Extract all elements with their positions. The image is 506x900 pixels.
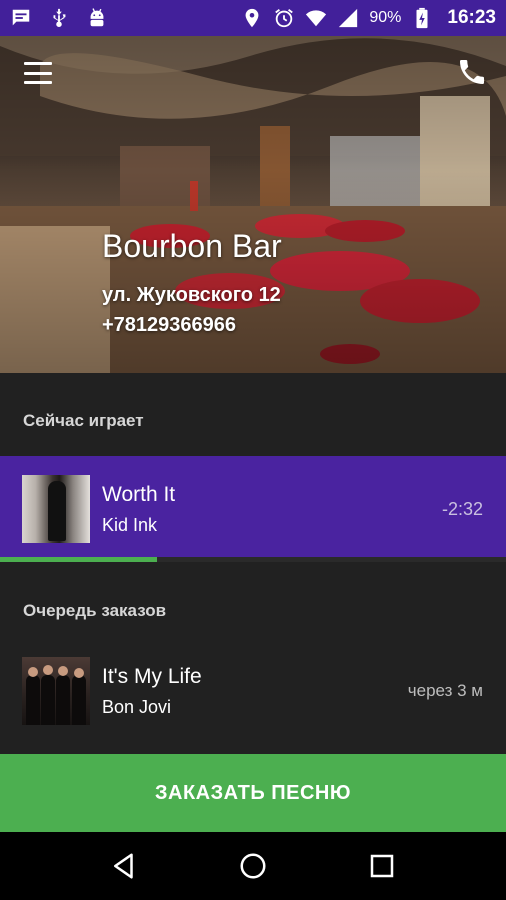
album-cover (22, 657, 90, 725)
venue-address: ул. Жуковского 12 (102, 284, 281, 306)
clock: 16:23 (447, 7, 496, 28)
battery-charging-icon (411, 7, 433, 29)
track-info: It's My Life Bon Jovi (102, 665, 202, 718)
recents-icon[interactable] (362, 846, 402, 886)
location-icon (241, 7, 263, 29)
wifi-icon (305, 7, 327, 29)
playback-progress-bar (0, 557, 506, 562)
home-icon[interactable] (233, 846, 273, 886)
track-title: Worth It (102, 482, 176, 506)
queue-eta: через 3 м (407, 681, 483, 700)
battery-percent: 90% (369, 9, 402, 26)
hamburger-menu-icon[interactable] (24, 62, 52, 84)
venue-header: Bourbon Bar ул. Жуковского 12 +781293669… (0, 36, 506, 373)
status-bar: 90% 16:23 (0, 0, 506, 36)
phone-icon[interactable] (456, 56, 488, 88)
track-title: It's My Life (102, 664, 202, 688)
track-info: Worth It Kid Ink (102, 483, 175, 536)
header-shade (0, 36, 506, 373)
order-song-button[interactable]: ЗАКАЗАТЬ ПЕСНЮ (0, 754, 506, 832)
usb-icon (48, 7, 70, 29)
android-icon (86, 7, 108, 29)
main-content: Сейчас играет Worth It Kid Ink -2:32 Оче… (0, 373, 506, 754)
queue-label: Очередь заказов (23, 601, 167, 620)
track-artist: Bon Jovi (102, 696, 172, 717)
status-right-icons: 90% 16:23 (241, 7, 496, 29)
album-cover (22, 475, 90, 543)
track-remaining-time: -2:32 (441, 498, 483, 519)
now-playing-row[interactable]: Worth It Kid Ink -2:32 (0, 474, 506, 544)
venue-phone[interactable]: +78129366966 (102, 314, 236, 337)
back-icon[interactable] (104, 846, 144, 886)
message-icon (10, 7, 32, 29)
venue-name: Bourbon Bar (102, 228, 282, 264)
playback-progress-fill (0, 557, 157, 562)
now-playing-label: Сейчас играет (23, 411, 144, 430)
system-nav-bar (0, 832, 506, 900)
now-playing-card[interactable]: Worth It Kid Ink -2:32 (0, 456, 506, 562)
alarm-icon (273, 7, 295, 29)
queue-item[interactable]: It's My Life Bon Jovi через 3 м (0, 656, 506, 726)
signal-icon (337, 7, 359, 29)
track-artist: Kid Ink (102, 514, 158, 535)
status-left-icons (10, 7, 108, 29)
